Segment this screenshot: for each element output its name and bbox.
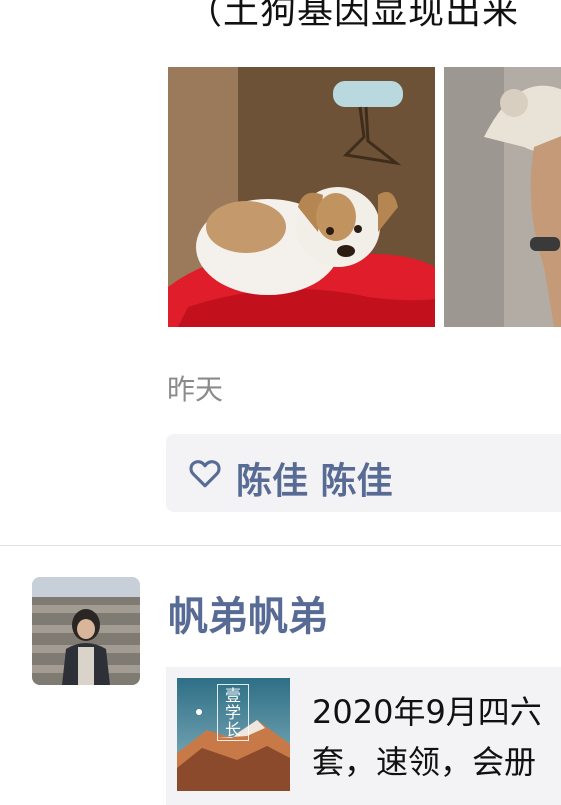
- shared-link-card[interactable]: 壹学长 2020年9月四六 套，速领，会册: [166, 667, 561, 805]
- post-text: （土狗基因显现出来: [186, 0, 520, 32]
- post-photo-dog[interactable]: [444, 67, 561, 327]
- dog-photo-image: [444, 67, 561, 327]
- likes-box: 陈佳 陈佳: [166, 434, 561, 512]
- post-photo-puppy[interactable]: [168, 67, 435, 327]
- share-text-line-1: 2020年9月四六: [312, 693, 542, 731]
- likes-names[interactable]: 陈佳 陈佳: [236, 452, 393, 504]
- user-avatar[interactable]: [32, 577, 140, 685]
- post-timestamp: 昨天: [167, 373, 224, 406]
- share-thumbnail: 壹学长: [177, 678, 290, 791]
- username[interactable]: 帆弟帆弟: [168, 584, 328, 642]
- puppy-photo-image: [168, 67, 435, 327]
- avatar-person-photo: [32, 577, 140, 685]
- thumbnail-title: 壹学长: [217, 684, 249, 741]
- heart-outline-icon: [189, 460, 221, 488]
- share-text-line-2: 套，速领，会册: [312, 743, 537, 781]
- post-divider: [0, 545, 561, 546]
- share-text: 2020年9月四六 套，速领，会册: [312, 687, 542, 787]
